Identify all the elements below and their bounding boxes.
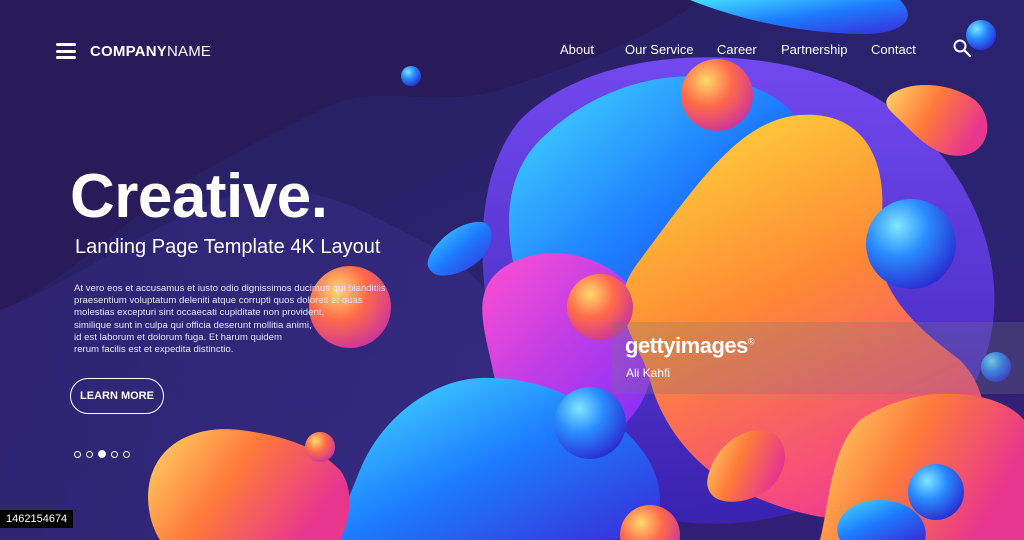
carousel-pagination xyxy=(74,450,130,458)
carousel-dot[interactable] xyxy=(111,450,118,458)
hero-body-line: molestias excepturi sint occaecati cupid… xyxy=(74,307,325,319)
nav-our-service-link[interactable]: Our Service xyxy=(625,42,694,57)
carousel-dot[interactable] xyxy=(123,450,130,458)
nav-partnership-link[interactable]: Partnership xyxy=(781,42,847,57)
search-icon[interactable] xyxy=(952,38,972,58)
learn-more-button[interactable]: LEARN MORE xyxy=(70,378,164,414)
image-id-tag: 1462154674 xyxy=(0,510,74,528)
hero-body-line: At vero eos et accusamus et iusto odio d… xyxy=(74,283,386,294)
hero-body-line: praesentium voluptatum deleniti atque co… xyxy=(74,295,363,307)
hamburger-menu-icon[interactable] xyxy=(56,43,76,59)
carousel-dot[interactable] xyxy=(74,450,81,458)
fluid-background-art xyxy=(0,0,1024,540)
hero-headline: Creative. xyxy=(70,162,328,231)
watermark-brand-text: gettyimages xyxy=(625,333,748,358)
watermark-brand: gettyimages® xyxy=(625,333,755,359)
watermark-author: Ali Kahfi xyxy=(626,366,671,380)
carousel-dot[interactable] xyxy=(86,450,93,458)
nav-contact-link[interactable]: Contact xyxy=(871,42,916,57)
logo-light-text: NAME xyxy=(166,43,212,60)
hero-subheadline: Landing Page Template 4K Layout xyxy=(75,236,381,258)
nav-career-link[interactable]: Career xyxy=(717,42,757,57)
hero-body-line: rerum facilis est et expedita distinctio… xyxy=(74,344,234,356)
watermark-registered: ® xyxy=(747,336,755,347)
logo-bold-text: COMPANY xyxy=(90,43,167,60)
nav-about-link[interactable]: About xyxy=(560,42,594,57)
hero-body-line: similique sunt in culpa qui officia dese… xyxy=(74,319,312,331)
hero-body-text: At vero eos et accusamus et iusto odio d… xyxy=(74,283,454,356)
carousel-dot-active[interactable] xyxy=(98,450,106,458)
company-logo[interactable]: COMPANYNAME xyxy=(90,43,211,60)
hero-body-line: id est laborum et dolorum fuga. Et harum… xyxy=(74,331,282,343)
